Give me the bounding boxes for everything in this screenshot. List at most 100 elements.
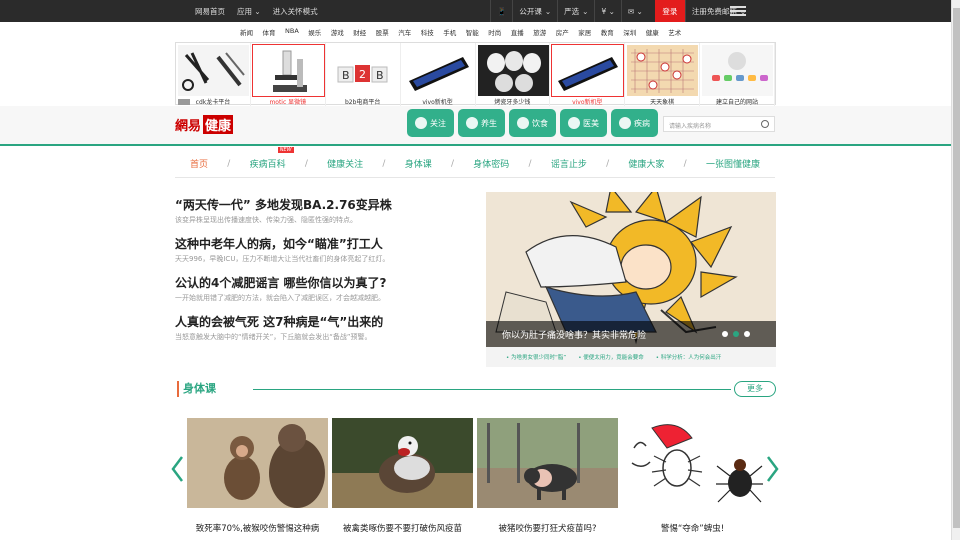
scrollbar[interactable]: [951, 0, 960, 540]
apps-menu[interactable]: 应用 ⌄: [237, 6, 261, 17]
headline-item[interactable]: “两天传一代” 多地发现BA.2.76变异株 该变异株呈现出传播速度快、传染力强…: [175, 198, 475, 225]
mail-icon[interactable]: ✉ ⌄: [620, 0, 649, 22]
channel-link[interactable]: 财经: [353, 27, 366, 37]
mobile-icon[interactable]: 📱: [490, 0, 512, 22]
nav-rumor-stop[interactable]: 谣言止步: [551, 157, 587, 170]
related-link[interactable]: • 便便太用力，竟能会要命: [578, 353, 644, 361]
channel-link[interactable]: NBA: [285, 27, 299, 37]
channel-link[interactable]: 体育: [263, 27, 276, 37]
logo-brand: 網易: [175, 119, 202, 134]
course-card[interactable]: 被禽类啄伤要不要打破伤风疫苗: [332, 418, 473, 534]
nav-home[interactable]: 首页: [190, 157, 208, 170]
channel-link[interactable]: 直播: [511, 27, 524, 37]
headline-title[interactable]: 人真的会被气死 这7种病是“气”出来的: [175, 315, 475, 330]
ad-item[interactable]: 天天象棋: [625, 43, 701, 106]
login-button[interactable]: 登录: [654, 0, 685, 22]
care-mode-link[interactable]: 进入关怀模式: [273, 6, 318, 17]
course-card[interactable]: 警惕“夺命”蜱虫!: [622, 418, 763, 534]
open-course-menu[interactable]: 公开课 ⌄: [512, 0, 557, 22]
channel-link[interactable]: 股票: [376, 27, 389, 37]
featured-slideshow[interactable]: 你以为肚子痛没啥事？其实非常危险: [486, 192, 776, 347]
nav-health-focus[interactable]: 健康关注: [327, 157, 363, 170]
channel-link[interactable]: 游戏: [331, 27, 344, 37]
channel-link[interactable]: 时尚: [488, 27, 501, 37]
channel-link[interactable]: 健康: [646, 27, 659, 37]
channel-link[interactable]: 教育: [601, 27, 614, 37]
diet-button[interactable]: 饮食: [509, 109, 556, 137]
disease-search-input[interactable]: 请输入疾病名称: [663, 116, 775, 132]
channel-link[interactable]: 房产: [556, 27, 569, 37]
ad-strip: cdk龙卡平台 motic 显微镜 B2B b2b电商平台 vivo新机型 烤瓷…: [175, 42, 776, 106]
headline-title[interactable]: 公认的4个减肥谣言 哪些你信以为真了?: [175, 276, 475, 291]
netease-home-link[interactable]: 网易首页: [195, 6, 225, 17]
course-card-caption[interactable]: 致死率70%,被猴咬伤警惕这种病: [187, 522, 328, 534]
lottery-icon[interactable]: ¥ ⌄: [594, 0, 620, 22]
eye-icon: [568, 117, 580, 129]
channel-link[interactable]: 汽车: [398, 27, 411, 37]
channel-link[interactable]: 智能: [466, 27, 479, 37]
ad-caption: vivo新机型: [572, 99, 603, 106]
channel-link[interactable]: 旅游: [533, 27, 546, 37]
headline-item[interactable]: 这种中老年人的病，如今“瞄准”打工人 天天996，早晚ICU，压力不断增大让当代…: [175, 237, 475, 264]
chevron-right-icon[interactable]: [766, 455, 780, 483]
nav-infographic[interactable]: 一张图懂健康: [706, 157, 760, 170]
ad-item[interactable]: 烤瓷牙多少钱: [476, 43, 551, 106]
nav-health-experts[interactable]: 健康大家: [628, 157, 664, 170]
button-label: 关注: [430, 118, 446, 128]
top-bar: 网易首页 应用 ⌄ 进入关怀模式 📱 公开课 ⌄ 严选 ⌄ ¥ ⌄ ✉ ⌄ 登录…: [0, 0, 951, 22]
scrollbar-thumb[interactable]: [953, 8, 960, 528]
related-link[interactable]: • 科学分析：人为何会出汗: [656, 353, 722, 361]
yanxuan-menu[interactable]: 严选 ⌄: [557, 0, 594, 22]
headline-title[interactable]: “两天传一代” 多地发现BA.2.76变异株: [175, 198, 475, 213]
channel-link[interactable]: 艺术: [668, 27, 681, 37]
related-link[interactable]: • 为啥男女很少同时“脂”: [506, 353, 566, 361]
course-card[interactable]: 被猪咬伤要打狂犬疫苗吗?: [477, 418, 618, 534]
search-placeholder: 请输入疾病名称: [669, 123, 712, 130]
hamburger-menu-icon[interactable]: [730, 4, 746, 18]
wellness-button[interactable]: 养生: [458, 109, 505, 137]
aesthetics-button[interactable]: 医美: [560, 109, 607, 137]
slide-dot[interactable]: [744, 331, 750, 337]
nav-separator: /: [382, 158, 386, 169]
more-button[interactable]: 更多: [734, 381, 776, 397]
nav-disease-wiki[interactable]: 疾病百科 NEW: [250, 147, 294, 170]
ad-item[interactable]: vivo新机型: [401, 43, 476, 106]
phone-image: [402, 45, 474, 96]
course-card[interactable]: 致死率70%,被猴咬伤警惕这种病: [187, 418, 328, 534]
nav-separator: /: [450, 158, 454, 169]
ad-item[interactable]: motic 显微镜: [251, 43, 326, 106]
search-icon[interactable]: [761, 120, 769, 128]
ad-item[interactable]: B2B b2b电商平台: [326, 43, 401, 106]
chevron-left-icon[interactable]: [170, 455, 184, 483]
bowl-icon: [517, 117, 529, 129]
headline-item[interactable]: 公认的4个减肥谣言 哪些你信以为真了? 一开始就用错了减肥的方法，就会陷入了减肥…: [175, 276, 475, 303]
ad-item[interactable]: vivo新机型: [550, 43, 626, 106]
channel-link[interactable]: 家居: [578, 27, 591, 37]
b2b-blocks-image: B2B: [327, 45, 399, 96]
nav-body-code[interactable]: 身体密码: [473, 157, 509, 170]
channel-link[interactable]: 手机: [443, 27, 456, 37]
chess-board-image: [627, 45, 699, 96]
slide-dot-active[interactable]: [733, 331, 739, 337]
ad-caption: b2b电商平台: [344, 99, 381, 106]
nav-body-course[interactable]: 身体课: [405, 157, 432, 170]
channel-link[interactable]: 深圳: [623, 27, 636, 37]
dental-crowns-image: [477, 45, 549, 96]
netease-health-logo[interactable]: 網易 健康: [175, 115, 234, 134]
channel-link[interactable]: 科技: [421, 27, 434, 37]
disease-button[interactable]: 疾病: [611, 109, 658, 137]
ad-item[interactable]: cdk龙卡平台: [176, 43, 251, 106]
slideshow-caption[interactable]: 你以为肚子痛没啥事？其实非常危险: [502, 331, 646, 341]
course-card-caption[interactable]: 警惕“夺命”蜱虫!: [622, 522, 763, 534]
ad-item[interactable]: 建立自己的网站: [700, 43, 775, 106]
channel-link[interactable]: 娱乐: [308, 27, 321, 37]
headline-title[interactable]: 这种中老年人的病，如今“瞄准”打工人: [175, 237, 475, 252]
course-card-caption[interactable]: 被禽类啄伤要不要打破伤风疫苗: [332, 522, 473, 534]
slide-dot[interactable]: [722, 331, 728, 337]
follow-button[interactable]: 关注: [407, 109, 454, 137]
course-card-caption[interactable]: 被猪咬伤要打狂犬疫苗吗?: [477, 522, 618, 534]
channel-link[interactable]: 新闻: [240, 27, 253, 37]
ad-caption: 建立自己的网站: [716, 99, 759, 106]
headline-item[interactable]: 人真的会被气死 这7种病是“气”出来的 当怒意触发大脑中的“情绪开关”，下丘脑就…: [175, 315, 475, 342]
channel-nav: 新闻 体育 NBA 娱乐 游戏 财经 股票 汽车 科技 手机 智能 时尚 直播 …: [240, 27, 681, 37]
